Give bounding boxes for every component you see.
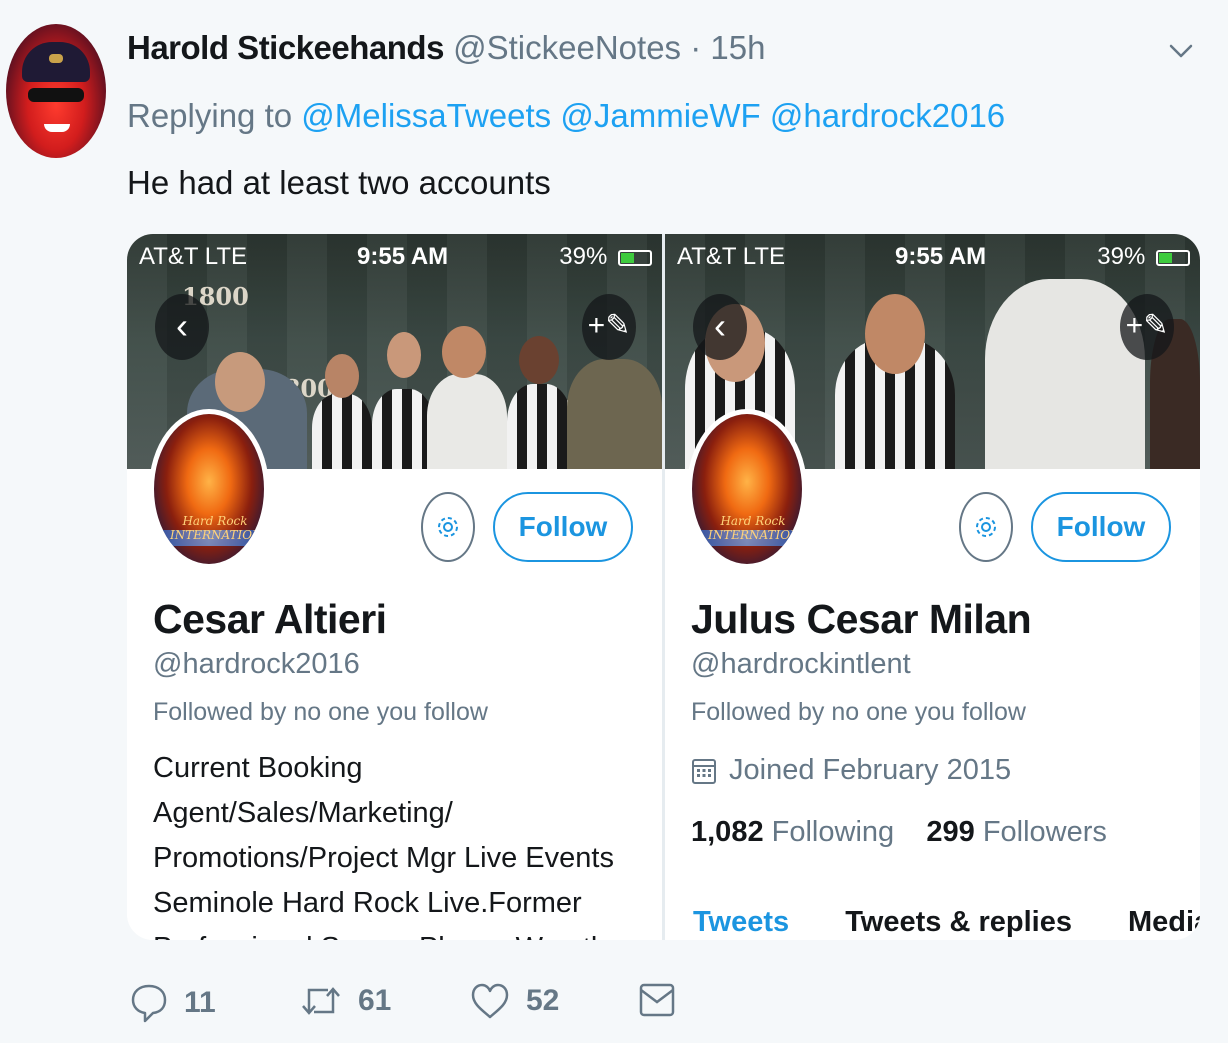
profile-screenshot-right: AT&T LTE 9:55 AM 39% ‹ +✎ Hard Rock INTE… bbox=[665, 234, 1200, 940]
tweet-text: He had at least two accounts bbox=[127, 164, 551, 201]
battery-icon bbox=[1156, 249, 1190, 266]
joined-date: Joined February 2015 bbox=[691, 754, 1011, 787]
status-time: 9:55 AM bbox=[895, 243, 987, 270]
carrier-label: AT&T LTE bbox=[677, 243, 786, 270]
separator-dot: · bbox=[690, 29, 702, 66]
like-button[interactable]: 52 bbox=[470, 982, 559, 1020]
profile-handle: @hardrock2016 bbox=[153, 648, 360, 680]
tweet-media[interactable]: 1800 1800 AT&T LTE 9:55 AM 39% ‹ +✎ Hard… bbox=[127, 234, 1200, 940]
followers-label[interactable]: Followers bbox=[983, 816, 1107, 848]
replying-to-line: Replying to @MelissaTweets @JammieWF @ha… bbox=[127, 94, 1005, 138]
following-count[interactable]: 1,082 bbox=[691, 816, 764, 848]
profile-name: Julus Cesar Milan bbox=[691, 596, 1032, 642]
direct-message-icon bbox=[639, 983, 675, 1017]
banner-person bbox=[985, 279, 1145, 469]
follow-button[interactable]: Follow bbox=[1031, 492, 1171, 562]
tab-media[interactable]: Media bbox=[1128, 906, 1200, 938]
retweet-icon bbox=[302, 987, 340, 1015]
battery-icon bbox=[618, 249, 652, 266]
retweet-button[interactable]: 61 bbox=[300, 982, 391, 1020]
back-arrow-icon[interactable]: ‹ bbox=[155, 294, 209, 360]
banner-face bbox=[325, 354, 359, 398]
profile-avatar[interactable]: Hard Rock INTERNATIONAL bbox=[149, 409, 269, 569]
avatar-smile bbox=[44, 124, 70, 132]
author-avatar[interactable] bbox=[6, 24, 106, 158]
banner-person bbox=[312, 394, 372, 469]
mention-link[interactable]: @MelissaTweets bbox=[301, 97, 551, 134]
author-name[interactable]: Harold Stickeehands bbox=[127, 29, 444, 66]
like-icon bbox=[471, 983, 509, 1019]
banner-face bbox=[442, 326, 486, 378]
battery-status: 39% bbox=[559, 242, 652, 272]
gear-icon[interactable] bbox=[421, 492, 475, 562]
banner-face bbox=[215, 352, 265, 412]
compose-tweet-icon[interactable]: +✎ bbox=[582, 294, 636, 360]
back-arrow-icon[interactable]: ‹ bbox=[693, 294, 747, 360]
profile-handle: @hardrockintlent bbox=[691, 648, 911, 680]
status-bar: AT&T LTE 9:55 AM 39% bbox=[127, 242, 662, 272]
battery-percent: 39% bbox=[559, 243, 608, 270]
profile-bio: Current Booking Agent/Sales/Marketing/ P… bbox=[153, 752, 630, 940]
tweet-header: Harold Stickeehands @StickeeNotes · 15h bbox=[127, 26, 765, 70]
banner-person bbox=[372, 389, 434, 469]
follow-button[interactable]: Follow bbox=[493, 492, 633, 562]
reply-button[interactable]: 11 bbox=[130, 982, 216, 1024]
followed-by-text: Followed by no one you follow bbox=[153, 698, 488, 726]
direct-message-button[interactable] bbox=[638, 982, 692, 1018]
profile-avatar[interactable]: Hard Rock INTERNATIONAL bbox=[687, 409, 807, 569]
following-label[interactable]: Following bbox=[772, 816, 895, 848]
banner-person bbox=[507, 384, 572, 469]
followers-count[interactable]: 299 bbox=[926, 816, 974, 848]
banner-face bbox=[865, 294, 925, 374]
banner-person bbox=[427, 374, 507, 469]
banner-face bbox=[519, 336, 559, 384]
gear-icon[interactable] bbox=[959, 492, 1013, 562]
status-bar: AT&T LTE 9:55 AM 39% bbox=[665, 242, 1200, 272]
avatar-cap-logo bbox=[49, 54, 63, 63]
avatar-logo-text: Hard Rock INTERNATIONAL bbox=[708, 514, 807, 542]
mention-link[interactable]: @hardrock2016 bbox=[770, 97, 1005, 134]
banner-person bbox=[567, 359, 662, 469]
tab-tweets-replies[interactable]: Tweets & replies bbox=[845, 906, 1072, 938]
avatar-sunglasses bbox=[28, 88, 84, 102]
follow-stats: 1,082 Following 299 Followers bbox=[691, 816, 1107, 849]
tweet-time[interactable]: 15h bbox=[710, 29, 765, 66]
reply-icon bbox=[131, 984, 167, 1023]
profile-tabs: Tweets Tweets & replies Media L bbox=[693, 906, 1200, 939]
profile-screenshot-left: 1800 1800 AT&T LTE 9:55 AM 39% ‹ +✎ Hard… bbox=[127, 234, 662, 940]
reply-count: 11 bbox=[184, 986, 216, 1019]
joined-text: Joined February 2015 bbox=[729, 754, 1012, 786]
compose-tweet-icon[interactable]: +✎ bbox=[1120, 294, 1174, 360]
status-time: 9:55 AM bbox=[357, 243, 449, 270]
battery-percent: 39% bbox=[1097, 243, 1146, 270]
avatar-logo-text: Hard Rock INTERNATIONAL bbox=[170, 514, 269, 542]
banner-face bbox=[387, 332, 421, 378]
retweet-count: 61 bbox=[358, 984, 392, 1017]
tweet-actions: 11 61 52 bbox=[130, 982, 690, 1032]
tab-tweets[interactable]: Tweets bbox=[693, 906, 789, 938]
carrier-label: AT&T LTE bbox=[139, 243, 248, 270]
chevron-down-icon[interactable] bbox=[1168, 38, 1194, 64]
battery-status: 39% bbox=[1097, 242, 1190, 272]
author-handle[interactable]: @StickeeNotes bbox=[453, 29, 681, 66]
replying-label: Replying to bbox=[127, 97, 293, 134]
followed-by-text: Followed by no one you follow bbox=[691, 698, 1026, 726]
profile-name: Cesar Altieri bbox=[153, 596, 387, 642]
like-count: 52 bbox=[526, 984, 560, 1017]
calendar-icon bbox=[692, 758, 716, 784]
mention-link[interactable]: @JammieWF bbox=[560, 97, 760, 134]
